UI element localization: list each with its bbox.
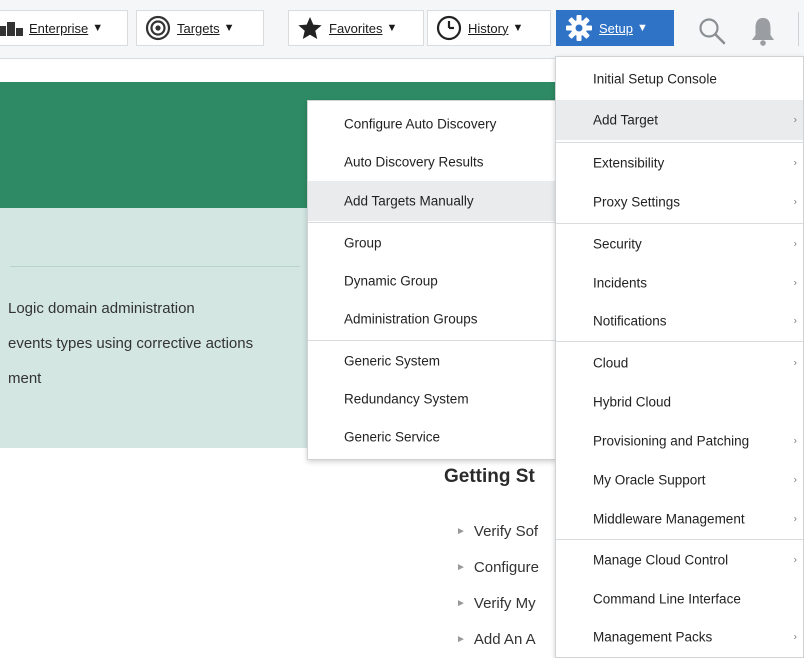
- bell-icon[interactable]: [748, 15, 778, 47]
- menu-item-initial-setup-console[interactable]: Initial Setup Console: [556, 59, 803, 99]
- menu-item-generic-system[interactable]: Generic System: [308, 342, 555, 380]
- history-menu-button[interactable]: History ▼: [427, 10, 551, 46]
- chevron-down-icon: ▼: [386, 22, 398, 34]
- menu-item-my-oracle-support[interactable]: My Oracle Support ›: [556, 460, 803, 499]
- getting-started-link[interactable]: ► Verify My: [456, 595, 536, 612]
- submenu-arrow-icon: ›: [793, 238, 797, 249]
- getting-started-link[interactable]: ► Configure: [456, 559, 539, 576]
- star-icon: [298, 17, 322, 39]
- toolbar-divider: [798, 12, 799, 46]
- chevron-down-icon: ▼: [636, 22, 648, 34]
- bullet-icon: ►: [456, 562, 466, 573]
- menu-item-redundancy-system[interactable]: Redundancy System: [308, 380, 555, 418]
- getting-started-link[interactable]: ► Verify Sof: [456, 523, 538, 540]
- favorites-menu-button[interactable]: Favorites ▼: [288, 10, 424, 46]
- menu-separator: [556, 539, 803, 540]
- targets-menu-button[interactable]: Targets ▼: [136, 10, 264, 46]
- gear-icon: [566, 15, 592, 41]
- menu-separator: [308, 222, 555, 223]
- menu-item-command-line-interface[interactable]: Command Line Interface: [556, 579, 803, 618]
- menu-item-generic-service[interactable]: Generic Service: [308, 418, 555, 456]
- submenu-arrow-icon: ›: [793, 315, 797, 327]
- bullet-icon: ►: [456, 598, 466, 609]
- menu-item-cloud[interactable]: Cloud ›: [556, 343, 803, 382]
- menu-separator: [556, 341, 803, 342]
- targets-icon: [145, 15, 171, 41]
- submenu-arrow-icon: ›: [793, 196, 797, 208]
- panel-divider: [10, 266, 300, 267]
- menu-item-provisioning-and-patching[interactable]: Provisioning and Patching ›: [556, 421, 803, 460]
- menu-item-add-targets-manually[interactable]: Add Targets Manually: [308, 181, 555, 221]
- menu-item-group[interactable]: Group: [308, 224, 555, 262]
- submenu-arrow-icon: ›: [793, 513, 797, 524]
- getting-started-link[interactable]: ► Add An A: [456, 631, 536, 648]
- submenu-arrow-icon: ›: [793, 631, 797, 643]
- menu-item-dynamic-group[interactable]: Dynamic Group: [308, 262, 555, 300]
- menu-item-manage-cloud-control[interactable]: Manage Cloud Control ›: [556, 541, 803, 579]
- menu-item-administration-groups[interactable]: Administration Groups: [308, 300, 555, 338]
- menu-item-middleware-management[interactable]: Middleware Management ›: [556, 499, 803, 538]
- history-label: History: [468, 20, 509, 36]
- submenu-arrow-icon: ›: [793, 114, 797, 126]
- chevron-down-icon: ▼: [92, 22, 104, 34]
- enterprise-label: Enterprise: [29, 20, 89, 36]
- add-target-submenu: Configure Auto Discovery Auto Discovery …: [307, 100, 556, 460]
- enterprise-menu-button[interactable]: Enterprise ▼: [0, 10, 128, 46]
- submenu-arrow-icon: ›: [793, 157, 797, 169]
- menu-separator: [308, 340, 555, 341]
- menu-item-management-packs[interactable]: Management Packs ›: [556, 618, 803, 656]
- chevron-down-icon: ▼: [223, 22, 235, 34]
- submenu-arrow-icon: ›: [793, 277, 797, 288]
- search-icon[interactable]: [697, 16, 727, 46]
- menu-item-add-target[interactable]: Add Target ›: [556, 100, 803, 140]
- clock-icon: [436, 15, 462, 41]
- setup-dropdown-menu: Initial Setup Console Add Target › Extens…: [555, 56, 804, 658]
- menu-item-extensibility[interactable]: Extensibility ›: [556, 143, 803, 183]
- panel-text-line: Logic domain administration: [8, 300, 195, 317]
- menu-item-auto-discovery-results[interactable]: Auto Discovery Results: [308, 143, 555, 181]
- favorites-label: Favorites: [329, 20, 383, 36]
- panel-text-line: events types using corrective actions: [8, 335, 254, 352]
- menu-item-configure-auto-discovery[interactable]: Configure Auto Discovery: [308, 105, 555, 143]
- targets-label: Targets: [177, 20, 220, 36]
- submenu-arrow-icon: ›: [793, 357, 797, 368]
- submenu-arrow-icon: ›: [793, 435, 797, 446]
- bullet-icon: ►: [456, 526, 466, 537]
- menu-item-security[interactable]: Security ›: [556, 224, 803, 263]
- menu-item-proxy-settings[interactable]: Proxy Settings ›: [556, 183, 803, 221]
- panel-text-line: ment: [8, 370, 42, 387]
- menu-item-notifications[interactable]: Notifications ›: [556, 302, 803, 340]
- submenu-arrow-icon: ›: [793, 554, 797, 566]
- chevron-down-icon: ▼: [512, 22, 524, 34]
- global-toolbar: Enterprise ▼ Targets ▼ Favorites ▼ Histo…: [0, 0, 804, 59]
- submenu-arrow-icon: ›: [793, 474, 797, 485]
- setup-menu-button[interactable]: Setup ▼: [556, 10, 674, 46]
- enterprise-icon: [0, 22, 23, 36]
- setup-label: Setup: [599, 20, 633, 36]
- menu-item-incidents[interactable]: Incidents ›: [556, 263, 803, 302]
- menu-item-hybrid-cloud[interactable]: Hybrid Cloud: [556, 382, 803, 421]
- bullet-icon: ►: [456, 634, 466, 645]
- getting-started-title: Getting St: [444, 466, 535, 487]
